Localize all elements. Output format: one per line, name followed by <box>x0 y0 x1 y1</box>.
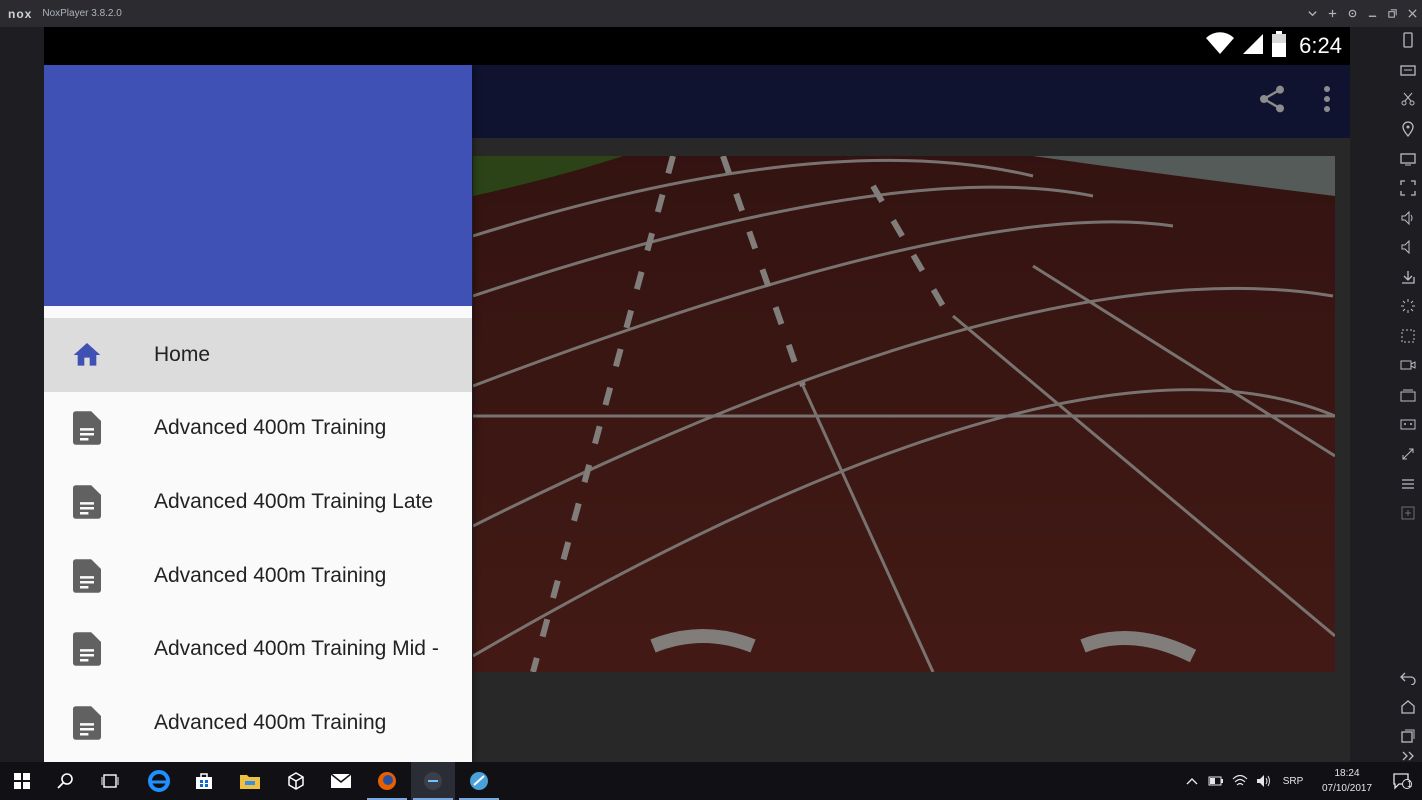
desktop: nox NoxPlayer 3.8.2.0 6:24 Home Advanced… <box>0 0 1422 800</box>
drawer-item-label: Advanced 400m Training <box>154 416 387 440</box>
wifi-icon <box>1205 31 1235 61</box>
volume-up-icon[interactable] <box>1400 210 1416 226</box>
android-status-bar: 6:24 <box>44 27 1350 65</box>
speaker-icon[interactable] <box>1254 762 1274 800</box>
android-screen: 6:24 Home Advanced 400m Training Advance… <box>44 27 1350 762</box>
document-icon <box>70 485 104 519</box>
language-text: SRP <box>1282 775 1304 787</box>
menu-icon[interactable] <box>1400 476 1416 492</box>
chevron-up-icon[interactable] <box>1182 762 1202 800</box>
network-icon[interactable] <box>1230 762 1250 800</box>
screen-icon[interactable] <box>1400 151 1416 167</box>
notification-count: 1 <box>1406 779 1412 789</box>
drawer-item-training-1[interactable]: Advanced 400m Training <box>44 392 472 466</box>
emulator-title-bar: nox NoxPlayer 3.8.2.0 <box>0 0 1422 27</box>
home-icon <box>70 338 104 372</box>
drawer-item-label: Advanced 400m Training <box>154 563 387 587</box>
battery-icon <box>1271 30 1287 62</box>
windows-start-icon[interactable] <box>0 762 44 800</box>
emulator-title: NoxPlayer 3.8.2.0 <box>42 8 122 19</box>
add-icon[interactable] <box>1400 505 1416 521</box>
scissors-icon[interactable] <box>1400 91 1416 107</box>
system-clock[interactable]: 18:24 07/10/2017 <box>1312 766 1382 796</box>
drawer-item-training-2[interactable]: Advanced 400m Training <box>44 539 472 613</box>
record-icon[interactable] <box>1400 357 1416 373</box>
system-tray: SRP 18:24 07/10/2017 1 <box>1182 762 1422 800</box>
close-icon[interactable] <box>1402 0 1422 27</box>
document-icon <box>70 411 104 446</box>
search-icon[interactable] <box>44 762 88 800</box>
window-controls <box>1302 0 1422 27</box>
other-app-icon[interactable] <box>457 762 501 800</box>
volume-down-icon[interactable] <box>1400 239 1416 255</box>
settings-icon[interactable] <box>1342 0 1362 27</box>
status-icons: 6:24 <box>1205 27 1342 65</box>
shake-icon[interactable] <box>1400 298 1416 314</box>
drawer-menu: Home Advanced 400m Training Advanced 400… <box>44 318 472 760</box>
keyboard-icon[interactable] <box>1400 62 1416 78</box>
nox-logo: nox <box>8 6 33 21</box>
document-icon <box>70 632 104 666</box>
language-indicator[interactable]: SRP <box>1278 762 1308 800</box>
screenshot-icon[interactable] <box>1400 328 1416 344</box>
nox-icon[interactable] <box>411 762 455 800</box>
drawer-item-label: Advanced 400m Training Mid - <box>154 637 439 661</box>
pin-icon[interactable] <box>1322 0 1342 27</box>
minimize-icon[interactable] <box>1362 0 1382 27</box>
drawer-header <box>44 65 472 306</box>
home-nav-icon[interactable] <box>1400 699 1416 715</box>
file-explorer-icon[interactable] <box>228 762 272 800</box>
battery-tray-icon[interactable] <box>1206 762 1226 800</box>
clock-time: 18:24 <box>1334 768 1360 779</box>
windows-taskbar: SRP 18:24 07/10/2017 1 <box>0 762 1422 800</box>
unity-icon[interactable] <box>274 762 318 800</box>
fullscreen-icon[interactable] <box>1400 180 1416 196</box>
phone-icon[interactable] <box>1400 32 1416 48</box>
drawer-item-training-3[interactable]: Advanced 400m Training <box>44 686 472 760</box>
multi-instance-icon[interactable] <box>1400 387 1416 403</box>
navigation-drawer: Home Advanced 400m Training Advanced 400… <box>44 65 472 762</box>
chevron-down-icon[interactable] <box>1302 0 1322 27</box>
sync-icon[interactable] <box>1400 446 1416 462</box>
drawer-item-label: Home <box>154 342 211 366</box>
recents-icon[interactable] <box>1400 728 1416 744</box>
drawer-item-training-mid[interactable]: Advanced 400m Training Mid - <box>44 612 472 686</box>
drawer-item-training-late[interactable]: Advanced 400m Training Late <box>44 465 472 539</box>
firefox-icon[interactable] <box>365 762 409 800</box>
location-icon[interactable] <box>1400 121 1416 137</box>
emulator-side-toolbar <box>1350 27 1422 762</box>
restore-icon[interactable] <box>1382 0 1402 27</box>
mail-icon[interactable] <box>319 762 363 800</box>
back-icon[interactable] <box>1400 669 1416 685</box>
document-icon <box>70 558 104 593</box>
status-clock: 6:24 <box>1299 33 1342 58</box>
task-view-icon[interactable] <box>88 762 132 800</box>
drawer-item-label: Advanced 400m Training Late <box>154 489 434 513</box>
signal-icon <box>1241 32 1265 61</box>
store-icon[interactable] <box>182 762 226 800</box>
macro-icon[interactable] <box>1400 416 1416 432</box>
document-icon <box>70 705 104 740</box>
clock-date: 07/10/2017 <box>1321 783 1373 794</box>
edge-icon[interactable] <box>137 762 181 800</box>
drawer-item-label: Advanced 400m Training <box>154 710 387 734</box>
install-apk-icon[interactable] <box>1400 269 1416 285</box>
drawer-item-home[interactable]: Home <box>44 318 472 392</box>
notification-center-icon[interactable]: 1 <box>1382 762 1422 800</box>
